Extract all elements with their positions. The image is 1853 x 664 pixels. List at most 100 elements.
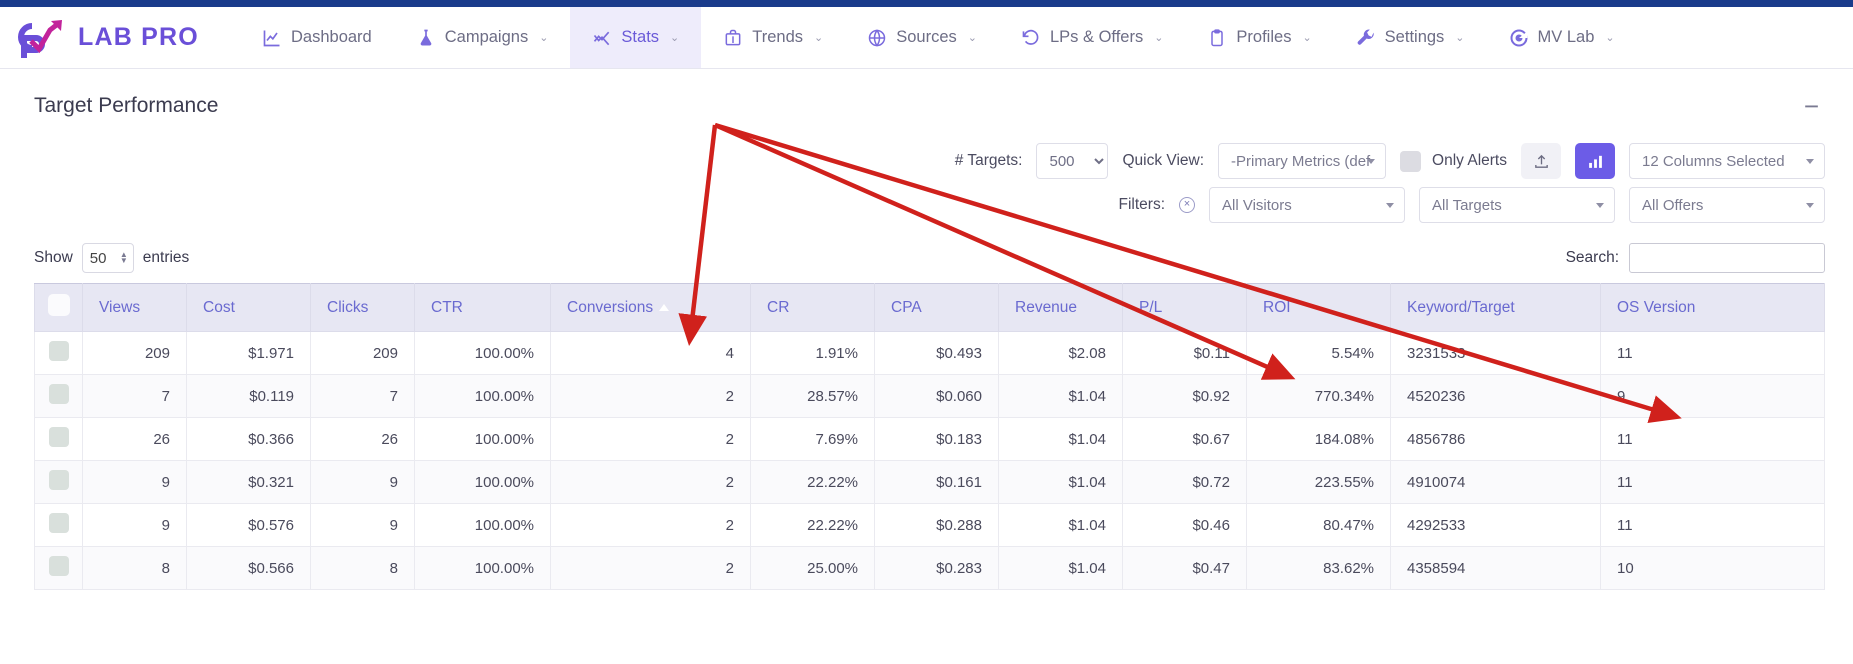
column-header-pl[interactable]: P/L [1123,284,1247,332]
row-select-cell[interactable] [35,547,83,590]
nav-label-settings: Settings [1385,28,1445,47]
filter-visitors-select[interactable]: All Visitors [1209,187,1405,223]
cell-revenue: $1.04 [999,418,1123,461]
column-header-views[interactable]: Views [83,284,187,332]
row-checkbox[interactable] [49,341,69,361]
row-checkbox[interactable] [49,384,69,404]
cell-cpa: $0.288 [875,504,999,547]
column-header-label: Views [99,299,140,316]
cell-cr: 22.22% [751,461,875,504]
cell-os: 11 [1601,332,1825,375]
cell-conversions: 2 [551,461,751,504]
nav-item-profiles[interactable]: Profiles ⌄ [1185,7,1333,68]
cell-keyword: 4520236 [1391,375,1601,418]
export-button[interactable] [1521,143,1561,179]
chevron-down-icon: ⌄ [670,31,679,44]
select-all-checkbox[interactable] [48,294,70,316]
nav-item-trends[interactable]: Trends ⌄ [701,7,845,68]
cell-cost: $0.566 [187,547,311,590]
cell-conversions: 2 [551,418,751,461]
column-header-cpa[interactable]: CPA [875,284,999,332]
row-select-cell[interactable] [35,418,83,461]
cell-views: 8 [83,547,187,590]
only-alerts-toggle[interactable]: Only Alerts [1400,151,1507,172]
nav-item-settings[interactable]: Settings ⌄ [1334,7,1487,68]
nav-item-sources[interactable]: Sources ⌄ [845,7,999,68]
table-row[interactable]: 9$0.3219100.00%222.22%$0.161$1.04$0.7222… [35,461,1825,504]
nav-items: Dashboard Campaigns ⌄ Stats ⌄ Trends ⌄ S… [240,7,1853,68]
cell-cr: 22.22% [751,504,875,547]
cell-clicks: 8 [311,547,415,590]
cell-os: 10 [1601,547,1825,590]
column-header-label: Cost [203,299,235,316]
table-row[interactable]: 9$0.5769100.00%222.22%$0.288$1.04$0.4680… [35,504,1825,547]
cell-cost: $1.971 [187,332,311,375]
row-select-cell[interactable] [35,332,83,375]
table-header-row: Views Cost Clicks CTRConversions CR CPA Revenu… [35,284,1825,332]
nav-item-mv-lab[interactable]: MV Lab ⌄ [1487,7,1637,68]
columns-select[interactable]: 12 Columns Selected [1629,143,1825,179]
cell-views: 9 [83,461,187,504]
column-header-label: CR [767,299,789,316]
column-header-label: ROI [1263,299,1291,316]
targets-select[interactable]: 500 [1036,143,1108,179]
cell-clicks: 26 [311,418,415,461]
stepper-icon[interactable]: ▲▼ [120,252,128,264]
table-row[interactable]: 209$1.971209100.00%41.91%$0.493$2.08$0.1… [35,332,1825,375]
cell-os: 9 [1601,375,1825,418]
table-row[interactable]: 8$0.5668100.00%225.00%$0.283$1.04$0.4783… [35,547,1825,590]
cell-keyword: 4358594 [1391,547,1601,590]
cell-cpa: $0.161 [875,461,999,504]
brand-name: LAB PRO [78,23,199,52]
stats-chart-icon [592,28,612,48]
row-checkbox[interactable] [49,513,69,533]
cell-cost: $0.366 [187,418,311,461]
chevron-down-icon: ⌄ [968,31,977,44]
nav-item-dashboard[interactable]: Dashboard [240,7,394,68]
column-header-os[interactable]: OS Version [1601,284,1825,332]
collapse-panel-button[interactable]: − [1798,93,1825,119]
column-header-keyword[interactable]: Keyword/Target [1391,284,1601,332]
row-checkbox[interactable] [49,427,69,447]
column-header-cr[interactable]: CR [751,284,875,332]
column-header-cost[interactable]: Cost [187,284,311,332]
quick-view-select[interactable]: -Primary Metrics (def [1218,143,1386,179]
chart-view-button[interactable] [1575,143,1615,179]
row-checkbox[interactable] [49,556,69,576]
column-header-clicks[interactable]: Clicks [311,284,415,332]
nav-item-lps-offers[interactable]: LPs & Offers ⌄ [999,7,1185,68]
bank-icon [723,28,743,48]
search-input[interactable] [1629,243,1825,273]
filters-label: Filters: [1119,196,1166,214]
cell-keyword: 3231533 [1391,332,1601,375]
table-row[interactable]: 26$0.36626100.00%27.69%$0.183$1.04$0.671… [35,418,1825,461]
column-header-label: P/L [1139,299,1162,316]
only-alerts-checkbox[interactable] [1400,151,1421,172]
brand-logo[interactable]: LAB PRO [0,7,240,68]
column-header-revenue[interactable]: Revenue [999,284,1123,332]
cell-cr: 28.57% [751,375,875,418]
cell-cost: $0.321 [187,461,311,504]
cell-pl: $0.11 [1123,332,1247,375]
column-header-label: CPA [891,299,922,316]
column-header-label: Clicks [327,299,368,316]
clear-circle-icon[interactable]: × [1179,197,1195,213]
column-header-roi[interactable]: ROI [1247,284,1391,332]
nav-item-stats[interactable]: Stats ⌄ [570,7,701,68]
row-checkbox[interactable] [49,470,69,490]
row-select-cell[interactable] [35,461,83,504]
column-header-label: OS Version [1617,299,1695,316]
filter-targets-select[interactable]: All Targets [1419,187,1615,223]
row-select-cell[interactable] [35,504,83,547]
table-row[interactable]: 7$0.1197100.00%228.57%$0.060$1.04$0.9277… [35,375,1825,418]
nav-label-trends: Trends [752,28,803,47]
row-select-cell[interactable] [35,375,83,418]
nav-label-mv-lab: MV Lab [1538,28,1595,47]
nav-item-campaigns[interactable]: Campaigns ⌄ [394,7,571,68]
filter-offers-select[interactable]: All Offers [1629,187,1825,223]
column-header-ctr[interactable]: CTR [415,284,551,332]
column-header-conversions[interactable]: Conversions [551,284,751,332]
entries-count-input[interactable]: 50 ▲▼ [82,243,134,273]
select-all-header[interactable] [35,284,83,332]
quick-view-label: Quick View: [1122,152,1204,170]
